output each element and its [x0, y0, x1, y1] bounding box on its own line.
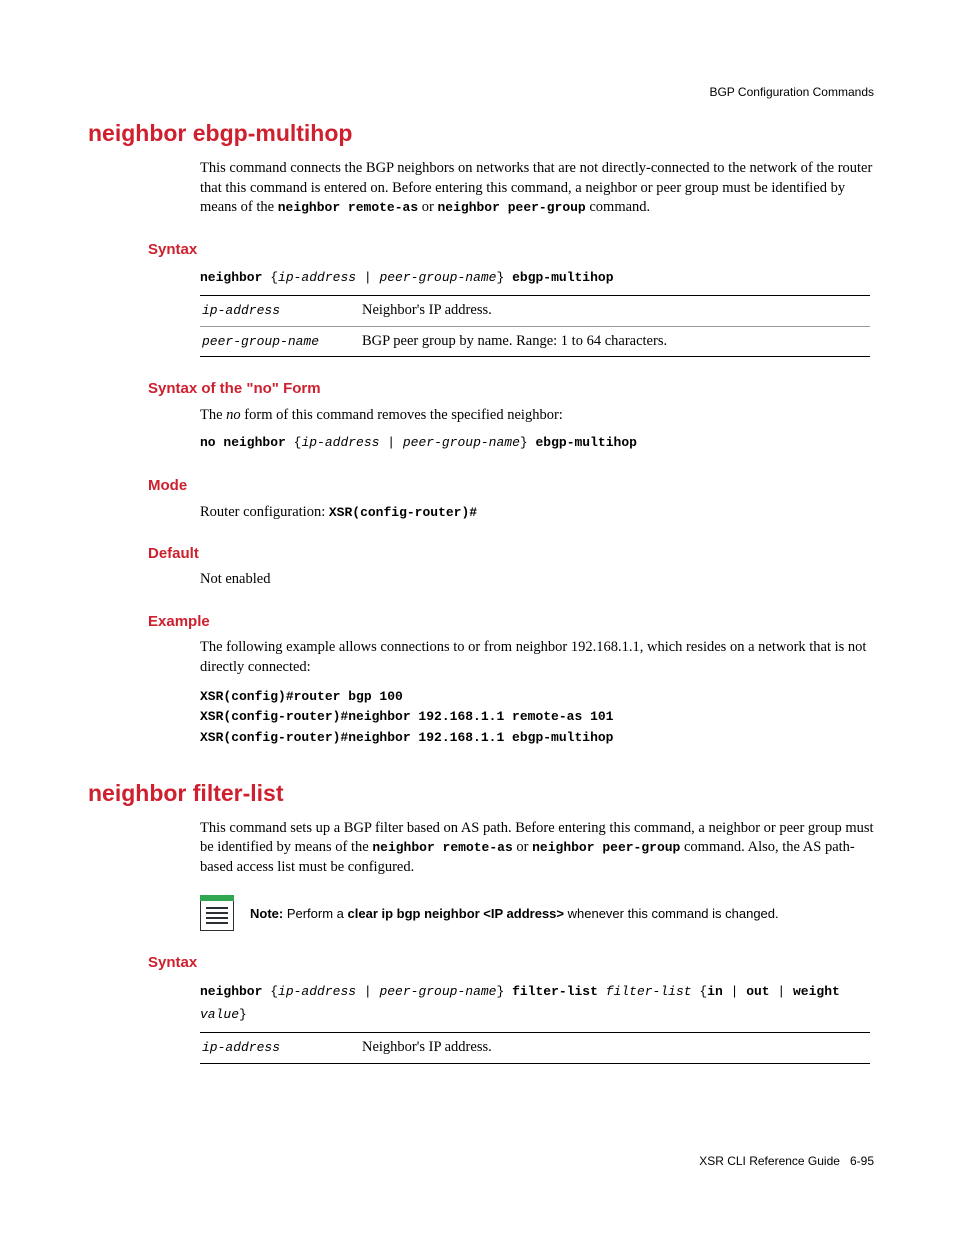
desc-text: or — [513, 839, 532, 855]
syntax-brace: } — [496, 270, 512, 285]
note-icon — [200, 895, 234, 931]
parameter-table: ip-address Neighbor's IP address. — [200, 1032, 870, 1064]
footer: XSR CLI Reference Guide 6-95 — [699, 1153, 874, 1169]
syntax-line: neighbor {ip-address | peer-group-name} … — [200, 266, 874, 289]
parameter-table: ip-address Neighbor's IP address. peer-g… — [200, 295, 870, 357]
syntax-arg: peer-group-name — [403, 435, 520, 450]
syntax-line: no neighbor {ip-address | peer-group-nam… — [200, 431, 874, 454]
section-heading-example: Example — [148, 612, 874, 632]
syntax-brace: } — [239, 1007, 247, 1022]
note-text: Note: Perform a clear ip bgp neighbor <I… — [250, 905, 874, 923]
syntax-arg: peer-group-name — [379, 270, 496, 285]
mode-text: Router configuration: XSR(config-router)… — [200, 503, 874, 523]
command-description: This command connects the BGP neighbors … — [200, 159, 874, 218]
syntax-brace: } — [496, 984, 512, 999]
running-header: BGP Configuration Commands — [709, 84, 874, 100]
syntax-keyword: out — [746, 984, 769, 999]
param-name: peer-group-name — [202, 334, 319, 349]
command-title: neighbor filter-list — [88, 778, 874, 809]
inline-code: neighbor remote-as — [278, 200, 418, 215]
desc-text: command. — [586, 199, 650, 215]
footer-book: XSR CLI Reference Guide — [699, 1154, 840, 1168]
table-row: peer-group-name BGP peer group by name. … — [200, 326, 870, 357]
default-text: Not enabled — [200, 570, 874, 590]
inline-code: neighbor peer-group — [438, 200, 586, 215]
footer-page: 6-95 — [850, 1154, 874, 1168]
example-code-block: XSR(config)#router bgp 100 XSR(config-ro… — [200, 687, 874, 747]
inline-code: neighbor remote-as — [372, 840, 512, 855]
syntax-arg: ip-address — [278, 270, 356, 285]
param-desc: BGP peer group by name. Range: 1 to 64 c… — [360, 326, 870, 357]
syntax-brace: } — [520, 435, 536, 450]
table-row: ip-address Neighbor's IP address. — [200, 296, 870, 327]
syntax-arg: ip-address — [278, 984, 356, 999]
note-label: Note: — [250, 906, 283, 921]
section-heading-mode: Mode — [148, 476, 874, 496]
note-block: Note: Perform a clear ip bgp neighbor <I… — [200, 895, 874, 931]
code-line: XSR(config)#router bgp 100 — [200, 687, 874, 707]
syntax-arg: value — [200, 1007, 239, 1022]
note-bold: clear ip bgp neighbor <IP address> — [348, 906, 565, 921]
param-name: ip-address — [202, 1040, 280, 1055]
syntax-arg: filter-list — [606, 984, 692, 999]
section-heading-noform: Syntax of the "no" Form — [148, 379, 874, 399]
table-row: ip-address Neighbor's IP address. — [200, 1033, 870, 1064]
section-heading-default: Default — [148, 544, 874, 564]
param-name: ip-address — [202, 303, 280, 318]
syntax-brace: { — [692, 984, 708, 999]
syntax-brace: { — [262, 984, 278, 999]
syntax-pipe: | — [379, 435, 402, 450]
syntax-keyword: weight — [793, 984, 840, 999]
inline-code: XSR(config-router)# — [329, 505, 477, 520]
syntax-keyword: neighbor — [200, 984, 262, 999]
command-description: This command sets up a BGP filter based … — [200, 819, 874, 878]
noform-text: The no form of this command removes the … — [200, 406, 874, 426]
syntax-keyword: no neighbor — [200, 435, 286, 450]
code-line: XSR(config-router)#neighbor 192.168.1.1 … — [200, 707, 874, 727]
syntax-arg: ip-address — [301, 435, 379, 450]
command-title: neighbor ebgp-multihop — [88, 118, 874, 149]
syntax-brace: { — [262, 270, 278, 285]
syntax-keyword: in — [707, 984, 723, 999]
syntax-pipe: | — [356, 984, 379, 999]
syntax-pipe: | — [723, 984, 746, 999]
syntax-keyword: neighbor — [200, 270, 262, 285]
syntax-keyword: filter-list — [512, 984, 598, 999]
syntax-line: neighbor {ip-address | peer-group-name} … — [200, 980, 874, 1026]
inline-code: neighbor peer-group — [532, 840, 680, 855]
code-line: XSR(config-router)#neighbor 192.168.1.1 … — [200, 728, 874, 748]
section-heading-syntax: Syntax — [148, 240, 874, 260]
param-desc: Neighbor's IP address. — [360, 1033, 870, 1064]
section-heading-syntax: Syntax — [148, 953, 874, 973]
syntax-arg: peer-group-name — [379, 984, 496, 999]
syntax-pipe: | — [770, 984, 793, 999]
syntax-keyword: ebgp-multihop — [512, 270, 613, 285]
syntax-pipe: | — [356, 270, 379, 285]
syntax-brace: { — [286, 435, 302, 450]
param-desc: Neighbor's IP address. — [360, 296, 870, 327]
desc-text: or — [418, 199, 437, 215]
example-text: The following example allows connections… — [200, 638, 874, 677]
syntax-keyword: ebgp-multihop — [536, 435, 637, 450]
